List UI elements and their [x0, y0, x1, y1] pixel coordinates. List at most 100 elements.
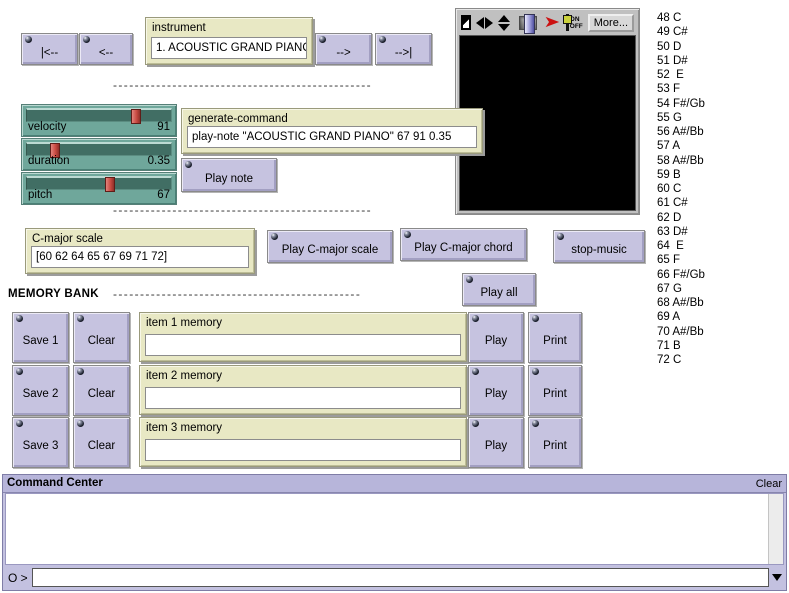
duration-slider[interactable]: duration 0.35 — [21, 138, 177, 171]
speed-slider[interactable] — [519, 16, 538, 30]
note-list-item: 67 G — [657, 282, 705, 296]
pitch-slider[interactable]: pitch 67 — [21, 172, 177, 205]
observer-ball-icon — [83, 36, 90, 43]
monitor-value: play-note "ACOUSTIC GRAND PIANO" 67 91 0… — [187, 126, 477, 148]
observer-ball-icon — [532, 315, 539, 322]
button-label: -->| — [395, 40, 412, 59]
item-1-memory-monitor: item 1 memory — [139, 312, 467, 362]
save-2-button[interactable]: Save 2 — [12, 365, 69, 416]
play-all-button[interactable]: Play all — [462, 273, 536, 306]
save-1-button[interactable]: Save 1 — [12, 312, 69, 363]
slider-value: 67 — [157, 189, 170, 201]
command-input[interactable] — [32, 568, 769, 587]
observer-ball-icon — [271, 233, 278, 240]
first-instrument-button[interactable]: |<-- — [21, 33, 78, 65]
note-list-item: 48 C — [657, 11, 705, 25]
note-list-item: 52 E — [657, 68, 705, 82]
slider-groove — [26, 108, 172, 122]
slider-handle[interactable] — [105, 177, 115, 192]
observer-ball-icon — [185, 161, 192, 168]
patch-size-icon[interactable] — [461, 15, 471, 30]
monitor-value — [145, 439, 461, 461]
note-list-item: 54 F#/Gb — [657, 97, 705, 111]
button-label: Play note — [205, 166, 253, 185]
note-list-item: 64 E — [657, 239, 705, 253]
note-list-item: 50 D — [657, 40, 705, 54]
command-center: Command Center Clear O > — [2, 474, 787, 591]
velocity-slider[interactable]: velocity 91 — [21, 104, 177, 137]
last-instrument-button[interactable]: -->| — [375, 33, 432, 65]
note-list-item: 59 B — [657, 168, 705, 182]
play-c-major-chord-button[interactable]: Play C-major chord — [400, 228, 527, 261]
play-note-button[interactable]: Play note — [181, 158, 277, 192]
observer-prompt: O > — [5, 571, 32, 585]
button-label: Play — [485, 381, 507, 400]
button-label: Print — [543, 381, 567, 400]
observer-ball-icon — [77, 420, 84, 427]
button-label: stop-music — [571, 237, 627, 256]
dashed-separator: ----------------------------------------… — [113, 287, 361, 301]
dropdown-arrow-icon — [772, 574, 782, 581]
next-instrument-button[interactable]: --> — [315, 33, 372, 65]
monitor-label: item 2 memory — [146, 370, 222, 382]
horizontal-resize-icon[interactable] — [476, 17, 493, 29]
print-1-button[interactable]: Print — [528, 312, 582, 363]
note-list-item: 58 A#/Bb — [657, 154, 705, 168]
clear-2-button[interactable]: Clear — [73, 365, 130, 416]
print-2-button[interactable]: Print — [528, 365, 582, 416]
monitor-value: [60 62 64 65 67 69 71 72] — [31, 246, 249, 268]
note-list-item: 53 F — [657, 82, 705, 96]
dashed-separator: ----------------------------------------… — [113, 78, 372, 92]
button-label: Play — [485, 433, 507, 452]
play-c-major-scale-button[interactable]: Play C-major scale — [267, 230, 393, 263]
more-button[interactable]: More... — [588, 14, 634, 32]
observer-ball-icon — [16, 315, 23, 322]
monitor-label: item 3 memory — [146, 422, 222, 434]
note-list-item: 62 D — [657, 211, 705, 225]
observer-ball-icon — [472, 420, 479, 427]
save-3-button[interactable]: Save 3 — [12, 417, 69, 468]
toggle-knob-icon — [563, 15, 572, 24]
play-3-button[interactable]: Play — [468, 417, 524, 468]
button-label: Clear — [88, 381, 115, 400]
view-canvas[interactable] — [459, 35, 636, 211]
vertical-resize-icon[interactable] — [498, 15, 510, 31]
command-history-dropdown[interactable] — [769, 568, 784, 587]
observer-ball-icon — [557, 233, 564, 240]
command-center-title: Command Center — [7, 477, 103, 489]
stop-music-button[interactable]: stop-music — [553, 230, 645, 263]
prev-instrument-button[interactable]: <-- — [79, 33, 133, 65]
monitor-label: item 1 memory — [146, 317, 222, 329]
command-center-clear-button[interactable]: Clear — [756, 478, 782, 490]
button-label: Save 2 — [23, 381, 59, 400]
button-label: Save 3 — [23, 433, 59, 452]
instrument-monitor: instrument 1. ACOUSTIC GRAND PIANO — [145, 17, 313, 65]
observer-ball-icon — [16, 368, 23, 375]
memory-bank-label: MEMORY BANK — [8, 288, 99, 300]
update-toggle[interactable]: ON OFF — [566, 14, 583, 31]
note-list-item: 70 A#/Bb — [657, 325, 705, 339]
button-label: --> — [336, 40, 350, 59]
note-list-item: 51 D# — [657, 54, 705, 68]
slider-handle[interactable] — [131, 109, 141, 124]
item-2-memory-monitor: item 2 memory — [139, 365, 467, 415]
clear-3-button[interactable]: Clear — [73, 417, 130, 468]
clear-1-button[interactable]: Clear — [73, 312, 130, 363]
command-output-scrollbar[interactable] — [768, 494, 783, 564]
observer-ball-icon — [472, 368, 479, 375]
slider-value: 91 — [157, 121, 170, 133]
command-center-titlebar: Command Center Clear — [3, 475, 786, 493]
note-list-item: 72 C — [657, 353, 705, 367]
command-output-area[interactable] — [5, 493, 784, 565]
slider-name: pitch — [28, 189, 52, 201]
slider-name: velocity — [28, 121, 66, 133]
button-label: Clear — [88, 328, 115, 347]
item-3-memory-monitor: item 3 memory — [139, 417, 467, 467]
note-list-item: 49 C# — [657, 25, 705, 39]
observer-ball-icon — [404, 231, 411, 238]
play-1-button[interactable]: Play — [468, 312, 524, 363]
play-2-button[interactable]: Play — [468, 365, 524, 416]
observer-ball-icon — [532, 368, 539, 375]
speed-slider-handle[interactable] — [524, 14, 535, 34]
print-3-button[interactable]: Print — [528, 417, 582, 468]
